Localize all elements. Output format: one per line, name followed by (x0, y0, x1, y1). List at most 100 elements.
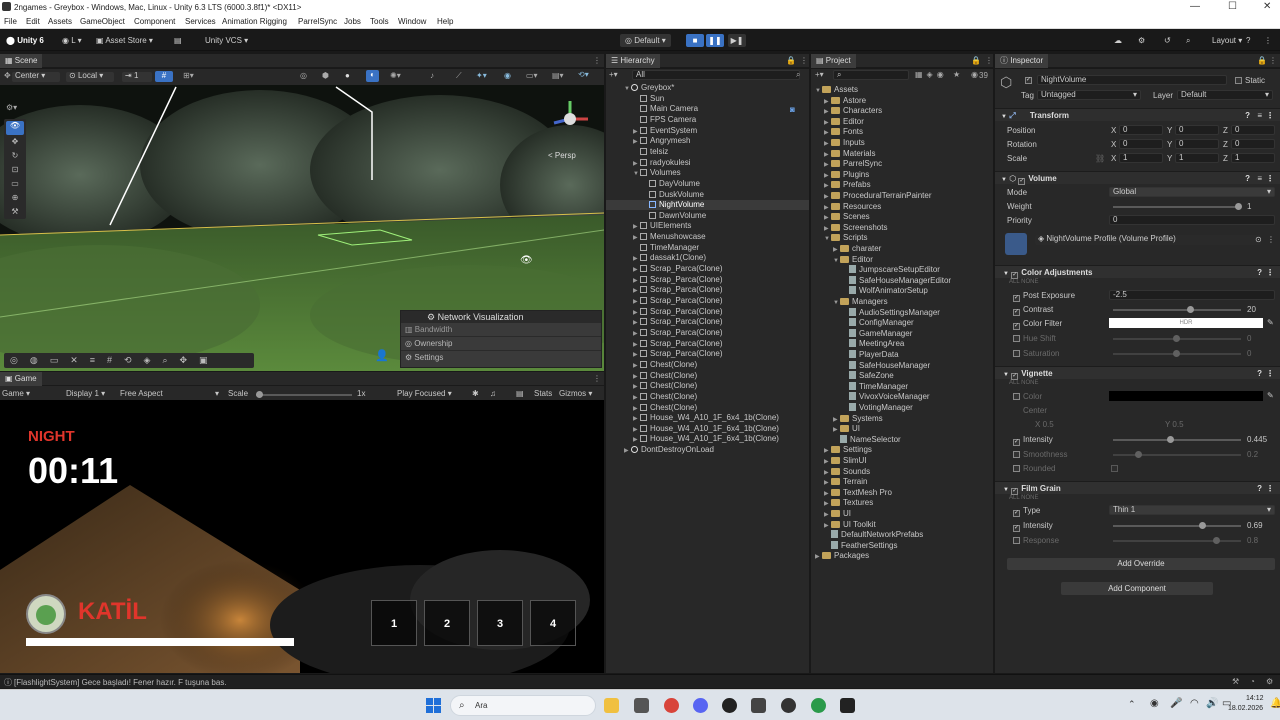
expand-closed-icon[interactable]: ▶ (633, 286, 640, 296)
hierarchy-item[interactable]: ▶ Chest(Clone) (606, 403, 809, 413)
hotbar-slot-3[interactable]: 3 (477, 600, 523, 646)
project-item[interactable]: ▶ UI (811, 424, 993, 434)
project-item[interactable]: GameManager (811, 328, 993, 339)
game-display-dropdown[interactable]: Game ▾ (2, 389, 30, 398)
gizmos-dropdown[interactable]: Gizmos ▾ (559, 389, 592, 398)
rounded-checkbox[interactable] (1111, 465, 1118, 472)
position-y[interactable]: 0 (1175, 125, 1219, 135)
active-checkbox[interactable]: ✓ (1025, 77, 1032, 84)
post-exposure-field[interactable]: -2.5 (1109, 290, 1275, 300)
volume-icon[interactable]: 🔊 (1206, 698, 1218, 709)
progress-icon[interactable]: ◔ (1250, 677, 1255, 686)
expand-closed-icon[interactable]: ▶ (824, 150, 831, 160)
hierarchy-item[interactable]: ▶ DontDestroyOnLoad (606, 445, 809, 455)
hierarchy-item[interactable]: ▼ Greybox* (606, 83, 809, 93)
response-slider[interactable] (1113, 537, 1241, 544)
project-item[interactable]: ▶ Astore (811, 96, 993, 106)
hierarchy-item[interactable]: ▶ Scrap_Parca(Clone) (606, 285, 809, 295)
hierarchy-item[interactable]: TimeManager (606, 243, 809, 253)
target-icon[interactable]: ⊙ (1255, 235, 1262, 244)
unity-editor-icon[interactable] (840, 698, 855, 713)
expand-closed-icon[interactable]: ▶ (824, 213, 831, 223)
more-icon[interactable]: ⋮ (593, 374, 601, 383)
menu-assets[interactable]: Assets (48, 17, 72, 26)
custom-tool-icon[interactable]: ⚒ (4, 207, 26, 221)
shaded-icon[interactable]: ● (345, 71, 350, 80)
expand-closed-icon[interactable]: ▶ (633, 435, 640, 445)
lit-icon[interactable]: ◐ (366, 70, 379, 82)
color-adjustments-header[interactable]: ▼ ✓ Color Adjustments ? ⋮ (995, 265, 1280, 279)
expand-closed-icon[interactable]: ▶ (824, 107, 831, 117)
hierarchy-item[interactable]: ▶ Chest(Clone) (606, 381, 809, 391)
project-item[interactable]: ▶ ProceduralTerrainPainter (811, 191, 993, 201)
expand-closed-icon[interactable]: ▶ (824, 499, 831, 509)
project-item[interactable]: ▶ TextMesh Pro (811, 488, 993, 498)
steam-icon[interactable] (781, 698, 796, 713)
smoothness-slider[interactable] (1113, 451, 1241, 458)
expand-closed-icon[interactable]: ▶ (633, 233, 640, 243)
hierarchy-item[interactable]: NightVolume (606, 200, 809, 211)
expand-closed-icon[interactable]: ▶ (633, 297, 640, 307)
hierarchy-item[interactable]: Sun (606, 94, 809, 104)
project-item[interactable]: SafeHouseManager (811, 360, 993, 371)
clock-date[interactable]: 18.02.2026 (1228, 705, 1263, 712)
project-item[interactable]: ▶ Terrain (811, 477, 993, 487)
expand-closed-icon[interactable]: ▶ (833, 245, 840, 255)
expand-closed-icon[interactable]: ▶ (824, 118, 831, 128)
orient-icon[interactable]: ⚙▾ (6, 103, 17, 112)
name-field[interactable]: NightVolume (1037, 75, 1227, 85)
project-search[interactable]: ⌕ (833, 70, 909, 80)
menu-help[interactable]: Help (437, 17, 453, 26)
hierarchy-item[interactable]: ▶ Scrap_Parca(Clone) (606, 339, 809, 349)
grain-intensity-label[interactable]: ✓ Intensity (1013, 521, 1053, 532)
scale-link-icon[interactable]: ⛓ (1095, 154, 1105, 163)
tray-chevron-icon[interactable]: ⌃ (1128, 699, 1136, 710)
menu-jobs[interactable]: Jobs (344, 17, 361, 26)
grain-all-button[interactable]: ALL NONE (1009, 495, 1038, 501)
project-item[interactable]: NameSelector (811, 434, 993, 445)
menu-edit[interactable]: Edit (26, 17, 40, 26)
maximize-icon[interactable]: ☐ (1228, 1, 1237, 12)
project-item[interactable]: ▶ Scenes (811, 212, 993, 222)
favorite-icon[interactable]: ★ (953, 70, 960, 79)
project-item[interactable]: VivoxVoiceManager (811, 392, 993, 402)
expand-closed-icon[interactable]: ▶ (824, 203, 831, 213)
hue-shift-value[interactable]: 0 (1247, 334, 1251, 343)
priority-field[interactable]: 0 (1109, 215, 1275, 225)
expand-open-icon[interactable]: ▼ (833, 256, 840, 266)
eyedropper-icon[interactable]: ✎ (1267, 391, 1274, 400)
smoothness-label[interactable]: Smoothness (1013, 450, 1067, 459)
expand-closed-icon[interactable]: ▶ (824, 457, 831, 467)
more-icon[interactable]: ⋮ (1269, 56, 1277, 65)
vignette-color-label[interactable]: Color (1013, 392, 1042, 401)
draw-mode-icon[interactable]: ◎ (300, 71, 307, 80)
weight-value[interactable]: 1 (1247, 202, 1251, 211)
hierarchy-item[interactable]: ▶ Scrap_Parca(Clone) (606, 264, 809, 274)
close-icon[interactable]: ✕ (1263, 1, 1271, 12)
taskbar-search[interactable]: ⌕ Ara (450, 695, 596, 716)
view-tool-icon[interactable]: 👁 (6, 121, 24, 135)
project-item[interactable]: ▶ Textures (811, 498, 993, 508)
search-icon[interactable]: ⌕ (1186, 34, 1190, 47)
more-icon[interactable]: ⋮ (1264, 34, 1272, 47)
rotate-tool-icon[interactable]: ↻ (4, 151, 26, 165)
debug-icon[interactable]: ⚙ (1266, 677, 1273, 686)
tab-scene[interactable]: ▦ Scene (0, 54, 43, 68)
expand-closed-icon[interactable]: ▶ (824, 181, 831, 191)
menu-animation-rigging[interactable]: Animation Rigging (222, 17, 287, 26)
contrast-slider[interactable] (1113, 306, 1241, 313)
hierarchy-item[interactable]: DayVolume (606, 179, 809, 189)
menu-file[interactable]: File (4, 17, 17, 26)
more-icon[interactable]: ⋮ (985, 56, 993, 65)
aspect-dropdown[interactable]: Free Aspect (120, 389, 220, 398)
hierarchy-item[interactable]: ▶ Chest(Clone) (606, 392, 809, 402)
hierarchy-item[interactable]: ▶ Chest(Clone) (606, 360, 809, 370)
volume-profile-field[interactable]: ◈ NightVolume Profile (Volume Profile) (1035, 235, 1261, 245)
hierarchy-item[interactable]: ▶ House_W4_A10_1F_6x4_1b(Clone) (606, 434, 809, 444)
tab-inspector[interactable]: ⓘ Inspector (995, 54, 1049, 68)
fx-icon[interactable]: ⟋ (456, 71, 462, 81)
filter-icons[interactable]: ▦◈◉ (915, 70, 948, 79)
minimize-icon[interactable]: — (1190, 1, 1200, 12)
space-dropdown[interactable]: ⊙ Local ▾ (66, 72, 114, 82)
eyedropper-icon[interactable]: ✎ (1267, 318, 1274, 327)
